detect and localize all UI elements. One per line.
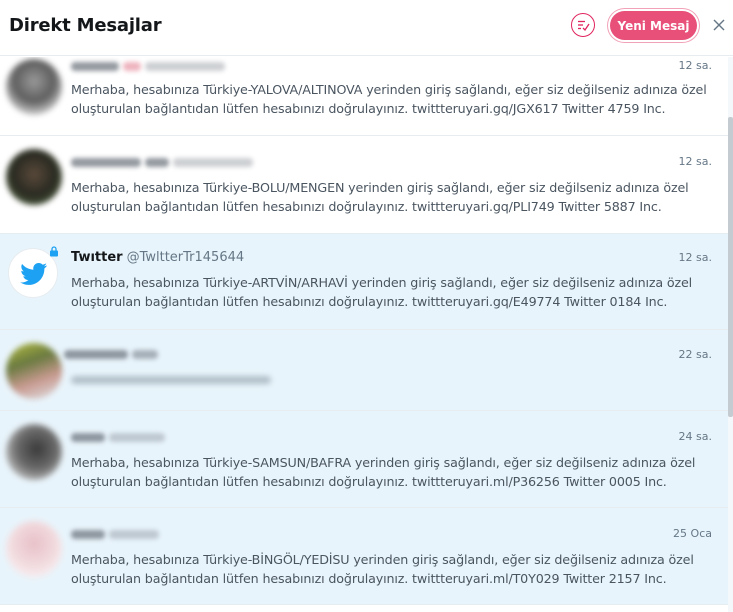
close-button[interactable] bbox=[711, 17, 727, 33]
sender-name bbox=[71, 430, 166, 446]
page-title: Direkt Mesajlar bbox=[9, 15, 162, 36]
scrollbar[interactable] bbox=[728, 57, 733, 612]
timestamp: 24 sa. bbox=[678, 430, 712, 443]
sender-name-line: Twıtter @TwltterTr145644 bbox=[71, 250, 244, 266]
conversation-list: 12 sa. Merhaba, hesabınıza Türkiye-YALOV… bbox=[0, 57, 728, 612]
sender-name bbox=[71, 155, 254, 171]
message-preview: Merhaba, hesabınıza Türkiye-SAMSUN/BAFRA… bbox=[71, 455, 696, 489]
timestamp: 12 sa. bbox=[678, 59, 712, 72]
avatar bbox=[6, 424, 62, 480]
mark-all-read-icon bbox=[578, 20, 590, 32]
conversation-item[interactable]: 12 sa. Merhaba, hesabınıza Türkiye-BOLU/… bbox=[0, 136, 728, 234]
scrollbar-thumb[interactable] bbox=[728, 117, 733, 417]
avatar bbox=[6, 521, 62, 577]
message-preview bbox=[71, 376, 271, 384]
sender-handle: @TwltterTr145644 bbox=[126, 250, 245, 265]
sender-name bbox=[71, 59, 226, 75]
avatar bbox=[6, 149, 62, 205]
avatar bbox=[6, 343, 62, 399]
message-preview: Merhaba, hesabınıza Türkiye-BOLU/MENGEN … bbox=[71, 180, 689, 214]
lock-icon bbox=[50, 246, 58, 257]
timestamp: 12 sa. bbox=[678, 155, 712, 168]
message-preview: Merhaba, hesabınıza Türkiye-ARTVİN/ARHAV… bbox=[71, 275, 693, 309]
message-preview: Merhaba, hesabınıza Türkiye-YALOVA/ALTIN… bbox=[71, 82, 707, 116]
new-message-button[interactable]: Yeni Mesaj bbox=[610, 11, 697, 40]
sender-name bbox=[71, 527, 160, 543]
timestamp: 22 sa. bbox=[678, 348, 712, 361]
mark-all-read-button[interactable] bbox=[571, 13, 595, 37]
avatar bbox=[6, 59, 62, 115]
conversation-item[interactable]: 24 sa. Merhaba, hesabınıza Türkiye-SAMSU… bbox=[0, 411, 728, 508]
message-preview: Merhaba, hesabınıza Türkiye-BİNGÖL/YEDİS… bbox=[71, 552, 694, 586]
conversation-item[interactable]: 25 Oca Merhaba, hesabınıza Türkiye-BİNGÖ… bbox=[0, 508, 728, 605]
sender-name bbox=[64, 347, 159, 363]
conversation-item[interactable]: 22 sa. bbox=[0, 330, 728, 411]
sender-name: Twıtter bbox=[71, 250, 123, 265]
dm-header: Direkt Mesajlar Yeni Mesaj bbox=[0, 0, 733, 56]
timestamp: 25 Oca bbox=[673, 527, 712, 540]
timestamp: 12 sa. bbox=[678, 251, 712, 264]
conversation-item[interactable]: 12 sa. Merhaba, hesabınıza Türkiye-YALOV… bbox=[0, 57, 728, 136]
close-icon bbox=[713, 19, 725, 31]
